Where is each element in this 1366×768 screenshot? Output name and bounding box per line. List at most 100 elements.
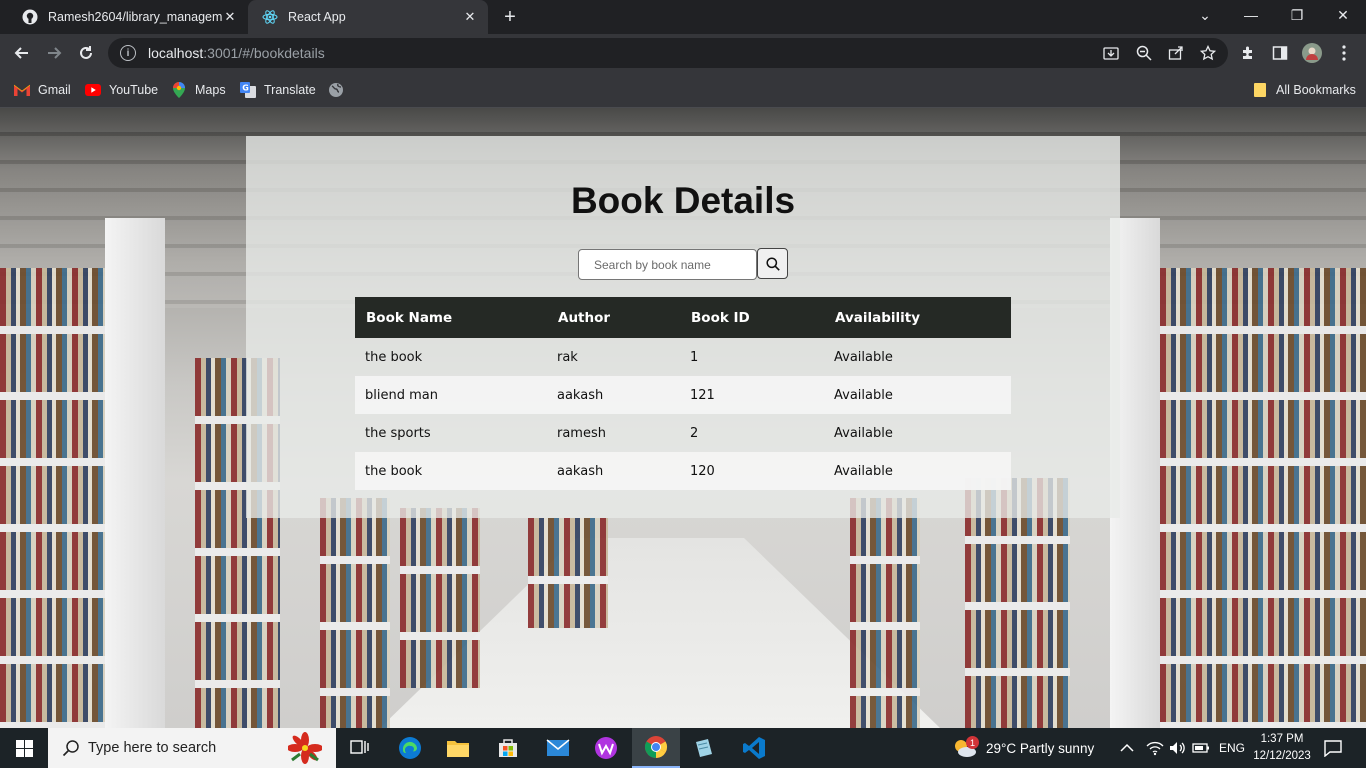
search-input[interactable] bbox=[578, 249, 757, 280]
taskbar-app[interactable] bbox=[680, 728, 728, 768]
maps-icon bbox=[171, 82, 187, 98]
background-shelf bbox=[850, 498, 920, 728]
bookmark-star-icon[interactable] bbox=[1198, 43, 1218, 63]
column-header-author: Author bbox=[547, 297, 680, 338]
weather-widget[interactable]: 1 29°C Partly sunny bbox=[952, 728, 1094, 768]
table-row: the book rak 1 Available bbox=[355, 338, 1011, 376]
cell-availability: Available bbox=[834, 349, 893, 365]
close-tab-icon[interactable]: ✕ bbox=[222, 9, 238, 25]
reload-button[interactable] bbox=[72, 39, 100, 67]
weather-badge: 1 bbox=[966, 736, 979, 749]
task-view-button[interactable] bbox=[336, 728, 384, 768]
github-icon bbox=[22, 9, 38, 25]
table-row: the book aakash 120 Available bbox=[355, 452, 1011, 490]
book-table: Book Name Author Book ID Availability th… bbox=[355, 297, 1011, 490]
tab-github[interactable]: Ramesh2604/library_manageme ✕ bbox=[8, 0, 248, 34]
menu-kebab-icon[interactable] bbox=[1334, 43, 1354, 63]
extensions-icon[interactable] bbox=[1238, 43, 1258, 63]
tab-title: React App bbox=[288, 10, 346, 24]
weather-text: 29°C Partly sunny bbox=[986, 740, 1095, 756]
show-hidden-icons-button[interactable] bbox=[1120, 728, 1134, 768]
taskbar-edge[interactable] bbox=[386, 728, 434, 768]
back-arrow-icon bbox=[14, 47, 28, 59]
clock[interactable]: 1:37 PM 12/12/2023 bbox=[1248, 731, 1316, 765]
cell-book-id: 121 bbox=[680, 376, 824, 414]
address-bar[interactable]: i localhost:3001/#/bookdetails bbox=[108, 38, 1228, 68]
language-indicator[interactable]: ENG bbox=[1219, 728, 1245, 768]
tab-search-icon[interactable]: ⌄ bbox=[1182, 0, 1228, 30]
bookmark-youtube[interactable]: YouTube bbox=[85, 81, 158, 99]
column-header-book-id: Book ID bbox=[680, 297, 824, 338]
taskbar-search[interactable]: Type here to search bbox=[48, 728, 336, 768]
url-host: localhost bbox=[148, 45, 204, 61]
network-icon[interactable] bbox=[1146, 728, 1164, 768]
volume-icon[interactable] bbox=[1168, 728, 1186, 768]
share-icon[interactable] bbox=[1166, 43, 1186, 63]
cell-availability: Available bbox=[834, 425, 893, 441]
site-info-icon[interactable]: i bbox=[120, 45, 136, 61]
page-viewport: Book Details Book Name Author Book ID Av… bbox=[0, 108, 1366, 728]
install-app-icon[interactable] bbox=[1101, 43, 1121, 63]
chevron-up-icon bbox=[1120, 743, 1134, 752]
bookmark-globe[interactable] bbox=[328, 81, 352, 99]
back-button[interactable] bbox=[8, 39, 36, 67]
cell-book-id: 2 bbox=[690, 425, 699, 441]
bookmark-label: Maps bbox=[195, 83, 226, 97]
taskbar-wps[interactable] bbox=[582, 728, 630, 768]
forward-button[interactable] bbox=[40, 39, 68, 67]
restore-button[interactable]: ❐ bbox=[1274, 0, 1320, 30]
cell-book-name: the book bbox=[355, 452, 547, 490]
url-path: :3001/#/bookdetails bbox=[203, 45, 325, 61]
notification-icon bbox=[1324, 740, 1342, 757]
taskbar-mail[interactable] bbox=[534, 728, 582, 768]
cell-author: ramesh bbox=[557, 425, 606, 441]
bookmark-label: Translate bbox=[264, 83, 316, 97]
notifications-button[interactable] bbox=[1324, 728, 1342, 768]
profile-avatar[interactable] bbox=[1302, 43, 1322, 63]
tab-title: Ramesh2604/library_manageme bbox=[48, 10, 222, 24]
close-tab-icon[interactable]: ✕ bbox=[462, 9, 478, 25]
task-view-icon bbox=[350, 740, 369, 754]
bookmark-gmail[interactable]: Gmail bbox=[14, 81, 71, 99]
background-shelf bbox=[400, 508, 480, 688]
bookmarks-bar: Gmail YouTube Maps G Translate All Bookm… bbox=[0, 72, 1366, 108]
mail-icon bbox=[546, 739, 570, 756]
edge-icon bbox=[399, 737, 421, 759]
svg-text:G: G bbox=[242, 84, 249, 93]
taskbar-chrome[interactable] bbox=[632, 728, 680, 768]
background-shelf-end bbox=[105, 218, 165, 728]
globe-icon bbox=[328, 82, 344, 98]
close-window-button[interactable]: ✕ bbox=[1320, 0, 1366, 30]
youtube-icon bbox=[85, 82, 101, 98]
taskbar-vscode[interactable] bbox=[730, 728, 778, 768]
new-tab-button[interactable]: + bbox=[497, 4, 523, 30]
bookmark-maps[interactable]: Maps bbox=[171, 81, 226, 99]
store-icon bbox=[499, 739, 517, 757]
folder-icon bbox=[447, 741, 469, 757]
cell-book-name: bliend man bbox=[355, 376, 547, 414]
taskbar-store[interactable] bbox=[484, 728, 532, 768]
taskbar-search-placeholder: Type here to search bbox=[88, 740, 217, 756]
windows-taskbar: Type here to search 1 29°C Partly sunny bbox=[0, 728, 1366, 768]
taskbar-file-explorer[interactable] bbox=[434, 728, 482, 768]
tab-react-app[interactable]: React App ✕ bbox=[248, 0, 488, 34]
cell-author: aakash bbox=[547, 376, 680, 414]
side-panel-icon[interactable] bbox=[1270, 43, 1290, 63]
minimize-button[interactable]: — bbox=[1228, 0, 1274, 30]
background-shelf bbox=[320, 498, 390, 728]
cell-author: rak bbox=[557, 349, 578, 365]
search-button[interactable] bbox=[757, 248, 788, 279]
zoom-icon[interactable] bbox=[1134, 43, 1154, 63]
table-row: the sports ramesh 2 Available bbox=[355, 414, 1011, 452]
bookmark-translate[interactable]: G Translate bbox=[240, 81, 316, 99]
all-bookmarks[interactable]: All Bookmarks bbox=[1252, 81, 1356, 99]
start-button[interactable] bbox=[0, 728, 48, 768]
column-header-availability: Availability bbox=[824, 297, 1011, 338]
browser-toolbar: i localhost:3001/#/bookdetails bbox=[0, 34, 1366, 72]
cell-book-id: 1 bbox=[690, 349, 699, 365]
gmail-icon bbox=[14, 82, 30, 98]
translate-icon: G bbox=[240, 82, 256, 98]
chrome-icon bbox=[645, 736, 667, 758]
tab-strip: Ramesh2604/library_manageme ✕ React App … bbox=[0, 0, 1366, 34]
battery-icon[interactable] bbox=[1192, 728, 1210, 768]
